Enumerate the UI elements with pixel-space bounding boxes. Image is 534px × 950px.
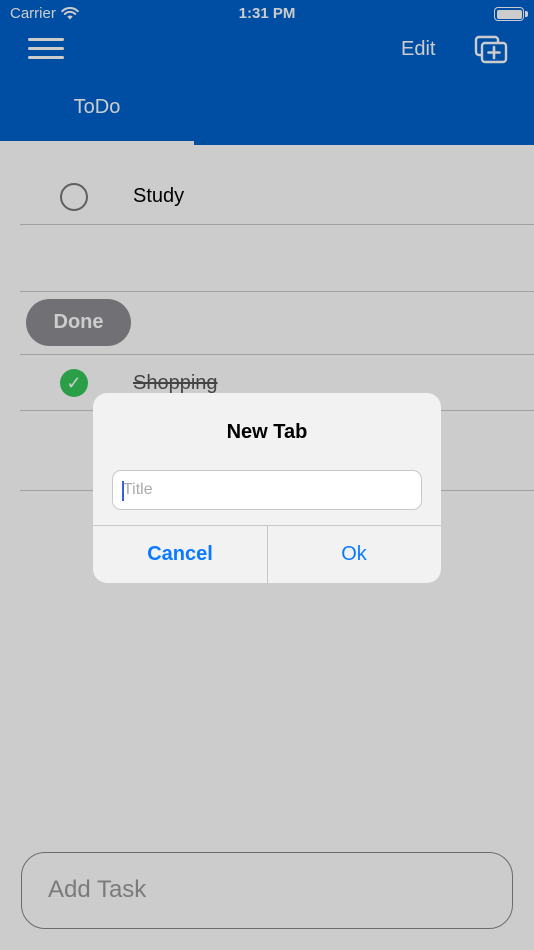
title-input[interactable]: Title (112, 470, 422, 510)
ok-button[interactable]: Ok (267, 526, 441, 583)
text-cursor (122, 481, 124, 501)
cancel-button[interactable]: Cancel (93, 526, 267, 583)
title-placeholder: Title (123, 481, 153, 498)
alert-title: New Tab (226, 421, 308, 443)
new-tab-alert: New Tab Title Cancel Ok (93, 393, 441, 583)
